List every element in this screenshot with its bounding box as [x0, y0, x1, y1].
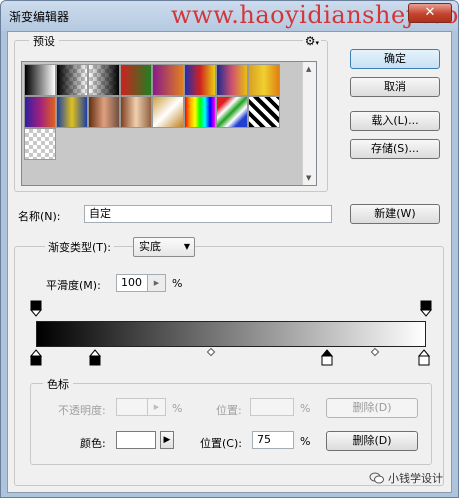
- preset-swatch[interactable]: [216, 96, 248, 128]
- gradient-type-label: 渐变类型(T):: [45, 239, 115, 255]
- smoothness-label: 平滑度(M):: [46, 279, 101, 292]
- opacity-location-label: 位置:: [216, 404, 242, 417]
- gradient-editor-window: 渐变编辑器 www.haoyidianshejì.com ✕ 预设 ⚙▾ ▲ ▼…: [0, 0, 459, 498]
- ok-button[interactable]: 确定: [350, 49, 440, 69]
- opacity-input[interactable]: [116, 398, 148, 416]
- smoothness-percent: %: [172, 277, 183, 290]
- dialog-body: 预设 ⚙▾ ▲ ▼ 确定 取消 载入(L)... 存储(S)... 名称(N):…: [7, 31, 452, 493]
- gradient-type-value: 实底: [139, 240, 161, 253]
- preset-swatch[interactable]: [56, 96, 88, 128]
- opacity-percent: %: [172, 402, 183, 415]
- preset-swatch[interactable]: [24, 128, 56, 160]
- presets-group: 预设 ⚙▾ ▲ ▼: [14, 33, 328, 192]
- chevron-down-icon: ▼: [183, 242, 190, 251]
- presets-scrollbar[interactable]: ▲ ▼: [302, 62, 316, 185]
- cancel-button[interactable]: 取消: [350, 77, 440, 97]
- smoothness-input[interactable]: 100: [116, 274, 148, 292]
- stops-group: 色标: [30, 376, 432, 465]
- smoothness-spinner-icon[interactable]: ▶: [148, 274, 166, 292]
- delete-opacity-stop-button[interactable]: 删除(D): [326, 398, 418, 418]
- stops-group-label: 色标: [43, 376, 73, 392]
- location-label: 位置(C):: [200, 437, 242, 450]
- gear-icon[interactable]: ⚙▾: [302, 34, 321, 48]
- color-stop-1[interactable]: [89, 348, 101, 366]
- color-menu-arrow-icon[interactable]: ▶: [160, 431, 174, 449]
- preset-swatch[interactable]: [152, 64, 184, 96]
- preset-swatch[interactable]: [248, 96, 280, 128]
- preset-swatch[interactable]: [120, 64, 152, 96]
- window-title: 渐变编辑器: [9, 10, 70, 24]
- color-stop-3[interactable]: [418, 348, 430, 366]
- title-bar[interactable]: 渐变编辑器 www.haoyidianshejì.com ✕: [1, 1, 458, 31]
- preset-swatch[interactable]: [184, 64, 216, 96]
- presets-list[interactable]: ▲ ▼: [21, 61, 317, 186]
- preset-swatch[interactable]: [88, 96, 120, 128]
- opacity-stop-right[interactable]: [420, 300, 432, 318]
- preset-swatch[interactable]: [24, 64, 56, 96]
- presets-label: 预设: [29, 33, 59, 49]
- location-percent: %: [300, 435, 311, 448]
- color-label: 颜色:: [80, 437, 106, 450]
- close-button[interactable]: ✕: [408, 3, 452, 23]
- delete-color-stop-button[interactable]: 删除(D): [326, 431, 418, 451]
- load-button[interactable]: 载入(L)...: [350, 111, 440, 131]
- color-stop-0[interactable]: [30, 348, 42, 366]
- scroll-down-icon[interactable]: ▼: [306, 174, 311, 182]
- location-input[interactable]: 75: [252, 431, 294, 449]
- opacity-location-input[interactable]: [250, 398, 294, 416]
- new-button[interactable]: 新建(W): [350, 204, 440, 224]
- preset-swatch-grid: [24, 64, 280, 160]
- preset-swatch[interactable]: [216, 64, 248, 96]
- color-swatch[interactable]: [116, 431, 156, 449]
- gradient-preview-bar[interactable]: [36, 321, 426, 347]
- preset-swatch[interactable]: [120, 96, 152, 128]
- gradient-type-dropdown[interactable]: 实底 ▼: [133, 237, 195, 257]
- preset-swatch[interactable]: [56, 64, 88, 96]
- name-input[interactable]: 自定: [84, 205, 332, 223]
- wechat-icon: [369, 472, 384, 484]
- preset-swatch[interactable]: [88, 64, 120, 96]
- preset-swatch[interactable]: [184, 96, 216, 128]
- color-stop-2-selected[interactable]: [321, 348, 333, 366]
- opacity-location-percent: %: [300, 402, 311, 415]
- preset-swatch[interactable]: [248, 64, 280, 96]
- save-button[interactable]: 存储(S)...: [350, 139, 440, 159]
- preset-swatch[interactable]: [24, 96, 56, 128]
- opacity-label: 不透明度:: [58, 404, 106, 417]
- opacity-spinner-icon[interactable]: ▶: [148, 398, 166, 416]
- wechat-credit: 小钱学设计: [369, 470, 443, 486]
- scroll-up-icon[interactable]: ▲: [306, 65, 311, 73]
- preset-swatch[interactable]: [152, 96, 184, 128]
- opacity-stop-left[interactable]: [30, 300, 42, 318]
- wechat-text: 小钱学设计: [388, 472, 443, 485]
- name-label: 名称(N):: [18, 210, 61, 223]
